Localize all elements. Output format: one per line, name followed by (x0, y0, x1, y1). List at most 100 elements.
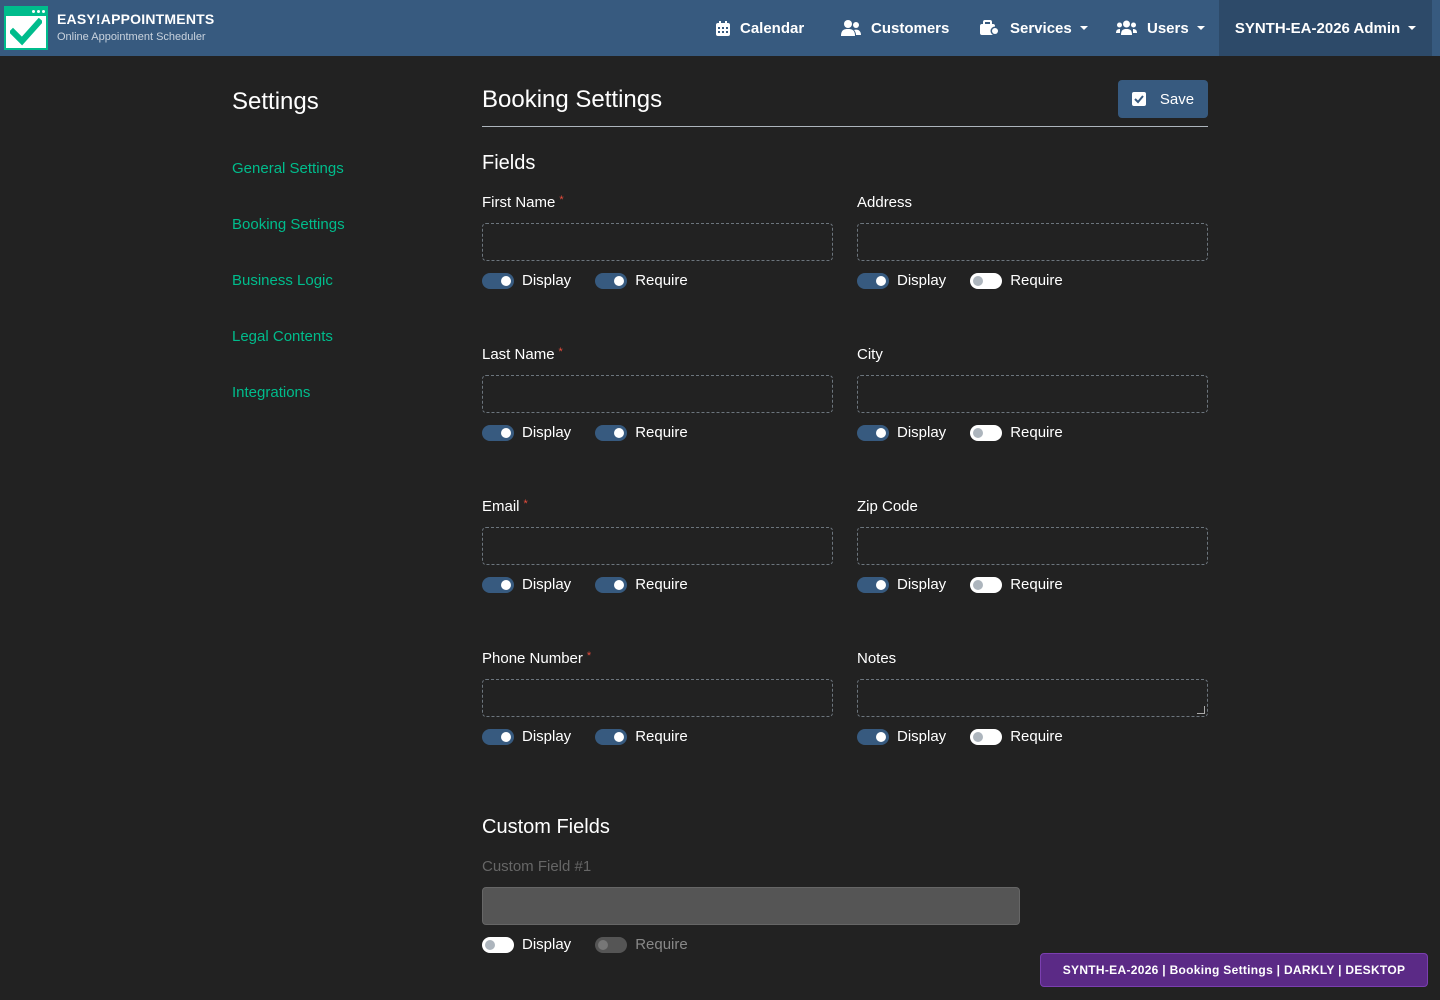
custom-field-label: Custom Field #1 (482, 858, 592, 875)
first-name-display-toggle[interactable] (482, 272, 514, 289)
nav-customers[interactable]: Customers (841, 0, 949, 56)
display-label: Display (522, 576, 572, 593)
require-label: Require (1010, 424, 1063, 441)
save-button[interactable]: Save (1118, 80, 1208, 118)
sidebar-item-integrations[interactable]: Integrations (232, 384, 310, 401)
address-label-text: Address (857, 194, 913, 211)
custom-display-toggle[interactable] (482, 936, 514, 953)
required-asterisk: * (558, 346, 563, 358)
email-input[interactable] (482, 527, 833, 565)
display-label: Display (522, 936, 572, 953)
require-label: Require (1010, 576, 1063, 593)
required-asterisk: * (523, 498, 528, 510)
phone-number-require-toggle[interactable] (595, 728, 628, 745)
save-button-label: Save (1159, 90, 1195, 108)
users-icon (841, 20, 861, 36)
chevron-down-icon (1079, 26, 1088, 30)
custom-require-toggle[interactable] (595, 936, 628, 953)
phone-number-display-toggle[interactable] (482, 728, 514, 745)
phone-number-input[interactable] (482, 679, 833, 717)
nav-admin-menu[interactable]: SYNTH-EA-2026 Admin (1219, 0, 1432, 56)
first-name-toggles: Display Require (482, 272, 688, 289)
custom-field-input[interactable] (482, 887, 1020, 925)
nav-users-label: Users (1147, 19, 1189, 37)
require-label: Require (635, 272, 688, 289)
zip-code-label: Zip Code (857, 498, 918, 515)
email-display-toggle[interactable] (482, 576, 514, 593)
page-title: Booking Settings (482, 86, 663, 113)
email-toggles: Display Require (482, 576, 688, 593)
notes-label: Notes (857, 650, 896, 667)
address-toggles: Display Require (857, 272, 1063, 289)
sidebar-title: Settings (232, 88, 319, 115)
sidebar-item-business-logic[interactable]: Business Logic (232, 272, 333, 289)
brand-title: EASY!APPOINTMENTS (57, 11, 215, 27)
users-group-icon (1116, 20, 1137, 35)
zip-code-toggles: Display Require (857, 576, 1063, 593)
nav-services[interactable]: Services (980, 0, 1088, 56)
first-name-input[interactable] (482, 223, 833, 261)
resize-handle-icon[interactable] (1197, 706, 1205, 714)
environment-badge: SYNTH-EA-2026 | Booking Settings | DARKL… (1040, 953, 1428, 987)
city-display-toggle[interactable] (857, 424, 889, 441)
address-input[interactable] (857, 223, 1208, 261)
display-label: Display (897, 424, 947, 441)
display-label: Display (897, 576, 947, 593)
address-require-toggle[interactable] (970, 272, 1003, 289)
custom-field-toggles: Display Require (482, 936, 688, 953)
require-label: Require (635, 936, 688, 953)
require-label: Require (1010, 728, 1063, 745)
notes-require-toggle[interactable] (970, 728, 1003, 745)
last-name-toggles: Display Require (482, 424, 688, 441)
email-require-toggle[interactable] (595, 576, 628, 593)
email-label-text: Email (482, 498, 520, 515)
services-icon (980, 20, 1000, 36)
email-label: Email * (482, 498, 528, 515)
phone-number-toggles: Display Require (482, 728, 688, 745)
nav-users[interactable]: Users (1116, 0, 1205, 56)
notes-toggles: Display Require (857, 728, 1063, 745)
sidebar-item-legal-contents[interactable]: Legal Contents (232, 328, 333, 345)
zip-code-display-toggle[interactable] (857, 576, 889, 593)
sidebar-item-booking-settings[interactable]: Booking Settings (232, 216, 345, 233)
chevron-down-icon (1408, 26, 1417, 30)
custom-fields-title: Custom Fields (482, 816, 610, 838)
sidebar-item-general-settings[interactable]: General Settings (232, 160, 344, 177)
title-divider (482, 126, 1208, 127)
first-name-label: First Name * (482, 194, 564, 211)
calendar-icon (716, 20, 730, 36)
address-label: Address (857, 194, 912, 211)
display-label: Display (522, 728, 572, 745)
city-require-toggle[interactable] (970, 424, 1003, 441)
nav-admin-label: SYNTH-EA-2026 Admin (1234, 19, 1401, 37)
logo-icon (4, 6, 48, 50)
notes-input[interactable] (857, 679, 1208, 717)
zip-code-input[interactable] (857, 527, 1208, 565)
required-asterisk: * (559, 194, 564, 206)
display-label: Display (522, 272, 572, 289)
last-name-input[interactable] (482, 375, 833, 413)
display-label: Display (522, 424, 572, 441)
last-name-label-text: Last Name (482, 346, 555, 363)
chevron-down-icon (1196, 26, 1205, 30)
city-label-text: City (857, 346, 883, 363)
first-name-require-toggle[interactable] (595, 272, 628, 289)
notes-label-text: Notes (857, 650, 897, 667)
require-label: Require (635, 576, 688, 593)
city-label: City (857, 346, 883, 363)
city-toggles: Display Require (857, 424, 1063, 441)
phone-number-label-text: Phone Number (482, 650, 583, 667)
last-name-display-toggle[interactable] (482, 424, 514, 441)
required-asterisk: * (586, 650, 592, 662)
city-input[interactable] (857, 375, 1208, 413)
check-square-icon (1131, 92, 1146, 106)
zip-code-require-toggle[interactable] (970, 576, 1003, 593)
display-label: Display (897, 728, 947, 745)
nav-calendar[interactable]: Calendar (716, 0, 804, 56)
address-display-toggle[interactable] (857, 272, 889, 289)
notes-display-toggle[interactable] (857, 728, 889, 745)
top-navbar: EASY!APPOINTMENTS Online Appointment Sch… (0, 0, 1440, 56)
display-label: Display (897, 272, 947, 289)
last-name-require-toggle[interactable] (595, 424, 628, 441)
nav-calendar-label: Calendar (740, 19, 805, 37)
